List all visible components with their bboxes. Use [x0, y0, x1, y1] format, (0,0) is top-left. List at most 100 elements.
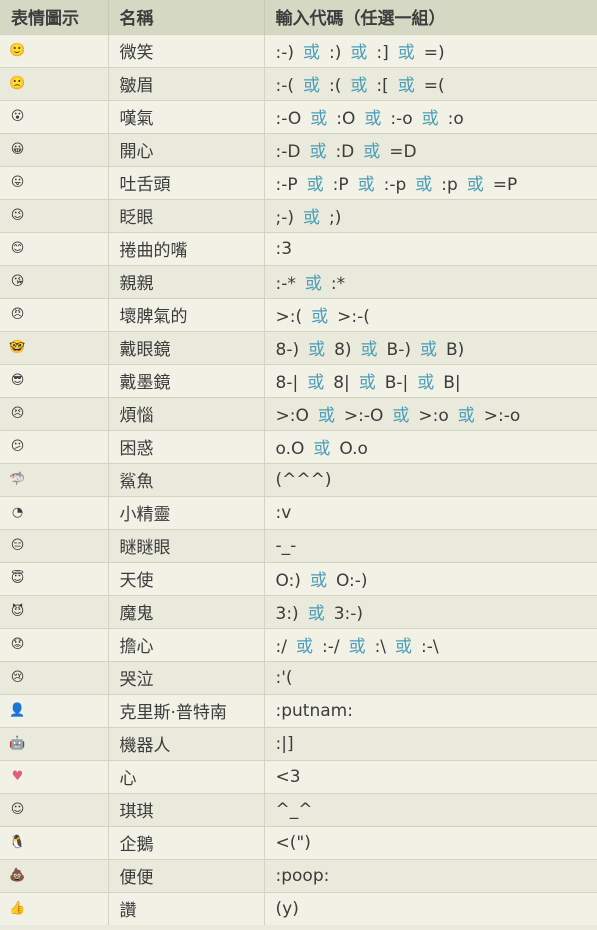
or-separator: 或 [363, 142, 381, 162]
tongue-icon: 😛 [10, 175, 25, 190]
or-separator: 或 [303, 208, 320, 228]
emoticon-name: 機器人 [108, 726, 265, 760]
emoticon-codes: o.O 或 O.o [264, 429, 597, 463]
table-row: 😎 戴墨鏡 8-| 或 8| 或 B-| 或 B| [0, 363, 597, 397]
table-row: 🙁 皺眉:-(或:(或:[或 =( [0, 66, 597, 100]
table-row: 😟 擔心:/ 或:-/ 或:\ 或:-\ [0, 627, 597, 661]
icon-cell: 😟 [0, 627, 109, 661]
emoticon-name: 皺眉 [108, 66, 265, 100]
emoticon-code: =( [423, 76, 445, 96]
emoticon-name: 親親 [108, 264, 265, 298]
devil-icon: 😈 [10, 604, 25, 619]
table-row: 🤖 機器人:|] [0, 726, 597, 760]
emoticon-name: 捲曲的嘴 [108, 231, 265, 265]
emoticon-codes: :-) 或:) 或:] 或 =) [264, 33, 597, 67]
emoticon-code: B-) [386, 340, 411, 360]
icon-cell: 🤓 [0, 330, 109, 364]
angel-icon: 😇 [10, 571, 25, 586]
emoticon-code: B) [445, 340, 465, 360]
emoticon-code: o.O [275, 439, 305, 459]
grin-icon: 😀 [10, 142, 25, 157]
table-row: 😠 壞脾氣的 >:(或 >:-( [0, 297, 597, 331]
emoticon-codes: :-(或:(或:[或 =( [264, 66, 597, 100]
or-separator: 或 [348, 637, 366, 657]
emoticon-name: 哭泣 [108, 660, 265, 694]
icon-cell: 😮 [0, 99, 109, 133]
emoticon-code: :poop: [275, 865, 330, 886]
emoticon-code: :-P [275, 175, 298, 195]
or-separator: 或 [309, 571, 327, 591]
table-row: 🐧 企鵝 <(") [0, 825, 597, 859]
or-separator: 或 [307, 604, 325, 624]
emoticon-codes: <(") [264, 825, 597, 859]
emoticon-codes: (y) [264, 891, 597, 925]
icon-cell: ◔ [0, 495, 109, 529]
emoticon-code: :-\ [421, 637, 439, 657]
emoticon-name: 小精靈 [108, 495, 265, 529]
table-row: 😮 嘆氣:-O 或:O 或:-o 或:o [0, 99, 597, 133]
worried-icon: 😟 [10, 637, 25, 652]
emoticon-code: :) [329, 43, 342, 63]
or-separator: 或 [457, 406, 475, 426]
table-row: 😘 親親:-* 或:* [0, 264, 597, 298]
emoticon-codes: :putnam: [264, 693, 597, 727]
icon-cell: 😠 [0, 297, 109, 331]
grumpy-icon: 😠 [10, 307, 25, 322]
emoticon-code: ;-) [275, 208, 295, 228]
or-separator: 或 [295, 637, 313, 657]
emoticon-codes: :-O 或:O 或:-o 或:o [264, 99, 597, 133]
or-separator: 或 [303, 43, 320, 63]
emoticon-code: 8-| [275, 373, 299, 393]
heart-icon: ♥ [11, 769, 24, 784]
emoticon-code: :-p [383, 175, 407, 195]
table-row: ◔ 小精靈:v [0, 495, 597, 529]
emoticon-code: 8| [333, 373, 350, 393]
table-row: 😉 眨眼 ;-) 或;) [0, 198, 597, 232]
shark-icon: 🦈 [9, 472, 26, 487]
emoticon-code: (y) [275, 898, 299, 919]
icon-cell: 😘 [0, 264, 109, 298]
icon-cell: 🦈 [0, 462, 109, 496]
curly-lips-icon: 😊 [10, 241, 25, 256]
or-separator: 或 [395, 637, 413, 657]
icon-cell: 😛 [0, 165, 109, 199]
table-row: 😣 煩惱 >:O 或 >:-O 或 >:o 或 >:-o [0, 396, 597, 430]
emoticon-name: 戴眼鏡 [108, 330, 265, 364]
icon-cell: 🐧 [0, 825, 109, 859]
emoticon-codes: O:) 或 O:-) [264, 561, 597, 595]
icon-cell: 😎 [0, 363, 109, 397]
table-row: 😀 開心:-D 或:D 或 =D [0, 132, 597, 166]
icon-cell: 👤 [0, 693, 109, 727]
emoticon-code: :putnam: [275, 700, 353, 721]
table-row: 🙂 微笑:-) 或:) 或:] 或 =) [0, 33, 597, 67]
emoticon-code: >:-O [343, 406, 384, 426]
emoticon-code: =D [389, 142, 417, 162]
icon-cell: 😉 [0, 198, 109, 232]
emoticon-name: 鯊魚 [108, 462, 265, 496]
header-icon-column: 表情圖示 [0, 0, 109, 34]
emoticon-name: 嘆氣 [108, 99, 265, 133]
or-separator: 或 [304, 274, 322, 294]
poop-icon: 💩 [9, 868, 26, 883]
emoticon-name: 心 [108, 759, 265, 793]
confused-icon: 😕 [10, 439, 25, 454]
table-row: 👤 克里斯‧普特南:putnam: [0, 693, 597, 727]
or-separator: 或 [417, 373, 435, 393]
emoticon-codes: >:O 或 >:-O 或 >:o 或 >:-o [264, 396, 597, 430]
icon-cell: 👍 [0, 891, 109, 925]
emoticon-name: 魔鬼 [108, 594, 265, 628]
emoticon-name: 企鵝 [108, 825, 265, 859]
emoticon-codes: -_- [264, 528, 597, 562]
upset-icon: 😣 [10, 406, 25, 421]
emoticon-name: 微笑 [108, 33, 265, 67]
icon-cell: 😕 [0, 429, 109, 463]
icon-cell: 😣 [0, 396, 109, 430]
emoticon-code: B-| [384, 373, 409, 393]
emoticon-code: :-) [275, 43, 295, 63]
icon-cell: 😊 [0, 231, 109, 265]
or-separator: 或 [397, 76, 415, 96]
or-separator: 或 [360, 340, 378, 360]
table-row: 😕 困惑 o.O 或 O.o [0, 429, 597, 463]
table-row: 💩 便便:poop: [0, 858, 597, 892]
frown-icon: 🙁 [9, 76, 26, 91]
